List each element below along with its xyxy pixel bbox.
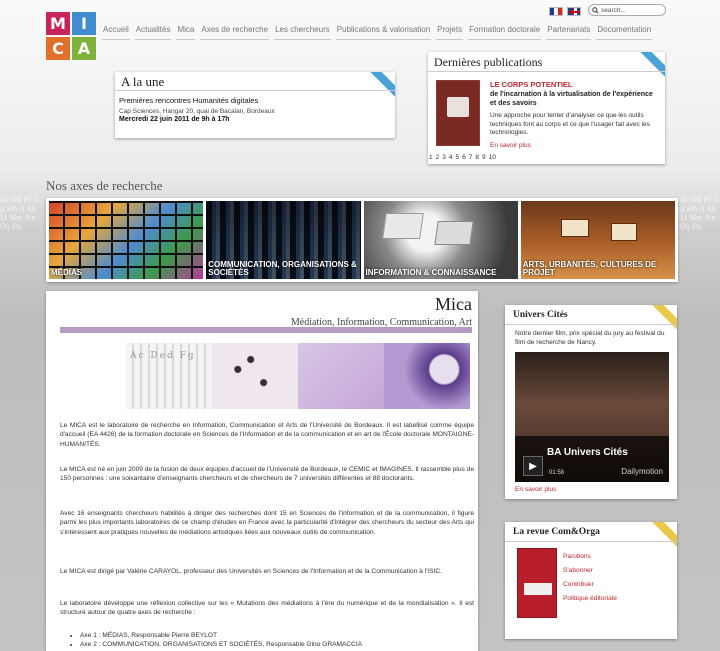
event-title[interactable]: Premières rencontres Humanités digitales xyxy=(119,96,258,105)
logo-letter-c: C xyxy=(46,37,70,60)
link-abonner[interactable]: S'abonner xyxy=(563,567,617,574)
page-link[interactable]: 6 xyxy=(462,154,466,161)
page-link[interactable]: 7 xyxy=(469,154,473,161)
history-paragraph: Le MICA est né en juin 2009 de la fusion… xyxy=(60,466,474,483)
page-link[interactable]: 2 xyxy=(436,154,440,161)
univers-cites-box: Univers Cités Notre dernier film, prix s… xyxy=(505,305,677,499)
corner-ribbon xyxy=(639,52,665,78)
decorative-letters: Ac Dd Ff Gg Hh Jj Kk Ll Mm Nn Oo Pp xyxy=(0,196,39,231)
search-input[interactable]: search... xyxy=(588,4,666,16)
publication-title[interactable]: LE CORPS POTENTIEL xyxy=(490,80,573,89)
link-contribuer[interactable]: Contribuer xyxy=(563,581,617,588)
publication-more-link[interactable]: En savoir plus xyxy=(490,142,531,149)
logo-letter-m: M xyxy=(46,12,70,35)
axe-label: INFORMATION & CONNAISSANCE xyxy=(365,268,497,277)
search-icon xyxy=(592,6,599,14)
univers-cites-heading: Univers Cités xyxy=(513,310,568,320)
univers-cites-description: Notre dernier film, prix spécial du jury… xyxy=(515,330,665,346)
decorative-band xyxy=(60,327,472,333)
search-placeholder: search... xyxy=(601,6,626,14)
axe-medias-tile[interactable]: MÉDIAS xyxy=(49,201,204,279)
nav-publications[interactable]: Publications & valorisation xyxy=(335,23,432,40)
page-link[interactable]: 10 xyxy=(489,154,496,161)
axe-label: COMMUNICATION, ORGANISATIONS & SOCIÉTÉS xyxy=(208,260,357,277)
decorative-letters: Ac Dd Ff Gg Hh Jj Kk Ll Mm Nn Oo Pp xyxy=(680,196,719,231)
revue-links: Parutions S'abonner Contribuer Politique… xyxy=(563,553,617,602)
event-date: Mercredi 22 juin 2011 de 9h à 17h xyxy=(119,116,230,123)
collage-part xyxy=(298,343,384,409)
collage-part xyxy=(384,343,470,409)
language-switcher xyxy=(549,7,581,16)
page-title: Mica xyxy=(435,294,472,314)
page-link[interactable]: 5 xyxy=(456,154,460,161)
univers-cites-more-link[interactable]: En savoir plus xyxy=(515,486,556,493)
divider xyxy=(115,90,395,91)
page-link[interactable]: 8 xyxy=(475,154,479,161)
axe-label: MÉDIAS xyxy=(51,268,83,277)
play-icon[interactable]: ▶ xyxy=(523,456,543,476)
main-nav: Accueil Actualités Mica Axes de recherch… xyxy=(102,23,653,40)
revue-box: La revue Com&Orga Parutions S'abonner Co… xyxy=(505,522,677,639)
axes-list: Axe 1 : MÉDIAS, Responsable Pierre BEYLO… xyxy=(70,631,362,650)
french-flag-icon[interactable] xyxy=(549,7,563,16)
mica-logo[interactable]: M I C A xyxy=(46,12,96,60)
main-content-panel: Mica Médiation, Information, Communicati… xyxy=(46,291,478,651)
corner-ribbon xyxy=(651,305,677,331)
publications-heading: Dernières publications xyxy=(434,55,543,69)
video-title: BA Univers Cités xyxy=(547,447,628,458)
page-link[interactable]: 9 xyxy=(482,154,486,161)
book-cover-image[interactable] xyxy=(436,80,480,146)
nav-projets[interactable]: Projets xyxy=(436,23,464,40)
page-link[interactable]: 4 xyxy=(449,154,453,161)
axe-information-tile[interactable]: INFORMATION & CONNAISSANCE xyxy=(363,201,518,279)
header-collage-image xyxy=(126,343,470,409)
collage-part xyxy=(126,343,212,409)
director-paragraph: Le MICA est dirigé par Valérie CARAYOL, … xyxy=(60,568,442,575)
english-flag-icon[interactable] xyxy=(567,7,581,16)
publications-pager: 1 2 3 4 5 6 7 8 9 10 xyxy=(429,154,496,161)
nav-mica[interactable]: Mica xyxy=(176,23,196,40)
list-item: Axe 1 : MÉDIAS, Responsable Pierre BEYLO… xyxy=(80,631,362,640)
nav-partenariats[interactable]: Partenariats xyxy=(546,23,592,40)
axes-paragraph: Le laboratoire développe une réflexion c… xyxy=(60,600,474,617)
collage-part xyxy=(212,343,298,409)
logo-letter-i: I xyxy=(72,12,96,35)
nav-actualites[interactable]: Actualités xyxy=(134,23,172,40)
research-paragraph: Avec 16 enseignants chercheurs habilités… xyxy=(60,510,474,536)
divider xyxy=(505,324,677,325)
publications-box: Dernières publications LE CORPS POTENTIE… xyxy=(428,52,665,164)
axes-strip: MÉDIAS COMMUNICATION, ORGANISATIONS & SO… xyxy=(46,198,678,282)
divider xyxy=(505,541,677,542)
axes-heading: Nos axes de recherche xyxy=(46,178,163,193)
list-item: Axe 2 : COMMUNICATION, ORGANISATIONS ET … xyxy=(80,640,362,649)
link-politique[interactable]: Politique éditoriale xyxy=(563,595,617,602)
divider xyxy=(428,71,665,72)
axe-communication-tile[interactable]: COMMUNICATION, ORGANISATIONS & SOCIÉTÉS xyxy=(206,201,361,279)
link-parutions[interactable]: Parutions xyxy=(563,553,617,560)
event-place: Cap Sciences, Hangar 20, quai de Bacalan… xyxy=(119,108,275,115)
page-link[interactable]: 3 xyxy=(442,154,446,161)
page-link[interactable]: 1 xyxy=(429,154,433,161)
axe-arts-tile[interactable]: ARTS, URBANITÉS, CULTURES DE PROJET xyxy=(520,201,675,279)
revue-heading: La revue Com&Orga xyxy=(513,527,600,537)
a-la-une-heading: A la une xyxy=(121,74,165,89)
video-duration: 01:58 xyxy=(549,470,565,476)
nav-axes[interactable]: Axes de recherche xyxy=(200,23,270,40)
nav-formation[interactable]: Formation doctorale xyxy=(468,23,542,40)
nav-accueil[interactable]: Accueil xyxy=(102,23,130,40)
nav-documentation[interactable]: Documentation xyxy=(596,23,653,40)
publication-subtitle: de l'incarnation à la virtualisation de … xyxy=(490,91,653,107)
corner-ribbon xyxy=(651,522,677,548)
video-player[interactable]: ▶ BA Univers Cités 01:58 Dailymotion xyxy=(515,352,669,482)
corner-ribbon xyxy=(369,72,395,98)
dailymotion-logo: Dailymotion xyxy=(621,467,663,476)
nav-chercheurs[interactable]: Les chercheurs xyxy=(274,23,331,40)
a-la-une-box: A la une Premières rencontres Humanités … xyxy=(115,72,395,138)
publication-description: Une approche pour tenter d'analyser ce q… xyxy=(490,112,650,136)
logo-letter-a: A xyxy=(72,37,96,60)
axe-label: ARTS, URBANITÉS, CULTURES DE PROJET xyxy=(522,260,657,277)
intro-paragraph: Le MICA est le laboratoire de recherche … xyxy=(60,422,474,448)
revue-cover-image[interactable] xyxy=(517,548,557,618)
